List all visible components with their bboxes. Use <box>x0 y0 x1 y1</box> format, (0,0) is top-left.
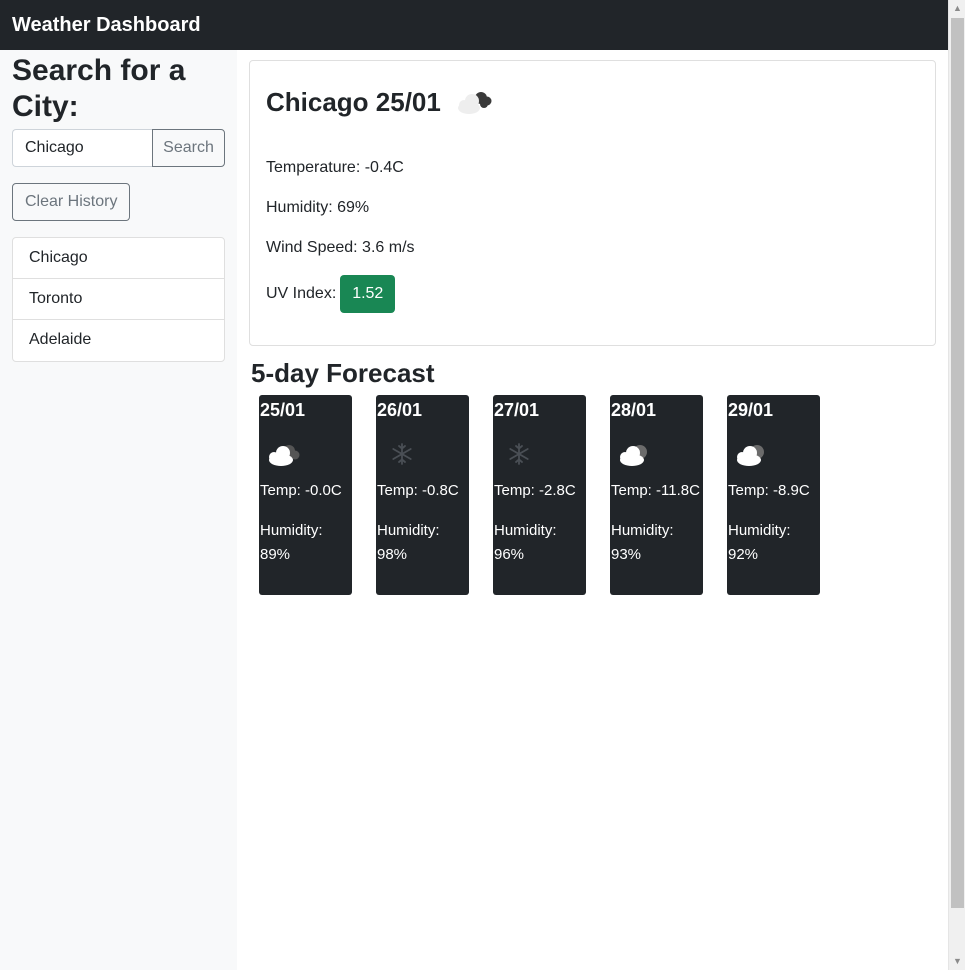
sidebar: Search for a City: Search Clear History … <box>0 50 237 970</box>
navbar: Weather Dashboard <box>0 0 948 50</box>
forecast-details: Temp: -0.0C Humidity: 89% <box>260 479 350 567</box>
cloudy-icon <box>737 445 764 466</box>
search-heading: Search for a City: <box>12 54 186 123</box>
navbar-brand[interactable]: Weather Dashboard <box>12 14 201 37</box>
search-history-list: Chicago Toronto Adelaide <box>12 237 225 362</box>
forecast-date: 29/01 <box>728 400 774 420</box>
snow-icon <box>392 443 412 465</box>
forecast-date: 26/01 <box>377 400 423 420</box>
cloudy-icon <box>620 445 647 466</box>
forecast-humidity-label: Humidity: <box>260 522 323 539</box>
search-group: Search <box>12 129 225 167</box>
forecast-humidity: 89% <box>260 546 291 563</box>
forecast-card: 28/01 Temp: -11.8C Humidity: 93% <box>610 395 703 595</box>
history-item-adelaide[interactable]: Adelaide <box>13 320 224 361</box>
forecast-title: 5-day Forecast <box>251 358 435 388</box>
broken-clouds-icon <box>457 92 492 114</box>
snow-icon <box>509 443 529 465</box>
city-search-input[interactable] <box>12 129 152 167</box>
forecast-humidity: 93% <box>611 546 642 563</box>
forecast-humidity: 92% <box>728 546 759 563</box>
current-city-date: Chicago 25/01 <box>266 87 441 117</box>
forecast-temp: Temp: -11.8C <box>611 482 700 499</box>
forecast-date: 28/01 <box>611 400 657 420</box>
forecast-humidity: 96% <box>494 546 525 563</box>
history-item-toronto[interactable]: Toronto <box>13 279 224 320</box>
forecast-details: Temp: -8.9C Humidity: 92% <box>728 479 818 567</box>
forecast-card: 25/01 Temp: -0.0C Humidity: 89% <box>259 395 352 595</box>
forecast-temp: Temp: -0.8C <box>377 482 459 499</box>
page-scrollbar[interactable]: ▲ ▼ <box>948 0 965 970</box>
forecast-card: 27/01 Temp: -2.8C Humidity: 96% <box>493 395 586 595</box>
current-wind-speed: Wind Speed: 3.6 m/s <box>266 239 415 256</box>
forecast-temp: Temp: -8.9C <box>728 482 810 499</box>
forecast-date: 25/01 <box>260 400 306 420</box>
current-title-row: Chicago 25/01 <box>266 84 919 120</box>
forecast-temp: Temp: -0.0C <box>260 482 342 499</box>
forecast-card: 29/01 Temp: -8.9C Humidity: 92% <box>727 395 820 595</box>
forecast-humidity-label: Humidity: <box>728 522 791 539</box>
forecast-row: 25/01 Temp: -0.0C Humidity: 89% 26/01 Te… <box>259 395 820 595</box>
current-humidity: Humidity: 69% <box>266 199 370 216</box>
forecast-temp: Temp: -2.8C <box>494 482 576 499</box>
current-weather-card: Chicago 25/01 Temperature: -0.4C Humidit… <box>249 60 936 346</box>
broken-clouds-icon <box>269 445 300 466</box>
search-button[interactable]: Search <box>152 129 225 167</box>
uv-index-row: UV Index: 1.52 <box>266 275 396 313</box>
clear-history-button[interactable]: Clear History <box>12 183 131 221</box>
forecast-date: 27/01 <box>494 400 540 420</box>
uv-index-badge: 1.52 <box>340 275 396 313</box>
forecast-details: Temp: -2.8C Humidity: 96% <box>494 479 584 567</box>
forecast-details: Temp: -11.8C Humidity: 93% <box>611 479 701 567</box>
history-item-chicago[interactable]: Chicago <box>13 238 224 279</box>
scroll-up-arrow-icon[interactable]: ▲ <box>949 0 965 17</box>
forecast-card: 26/01 Temp: -0.8C Humidity: 98% <box>376 395 469 595</box>
forecast-humidity: 98% <box>377 546 408 563</box>
forecast-details: Temp: -0.8C Humidity: 98% <box>377 479 467 567</box>
forecast-humidity-label: Humidity: <box>494 522 557 539</box>
forecast-humidity-label: Humidity: <box>611 522 674 539</box>
forecast-humidity-label: Humidity: <box>377 522 440 539</box>
scrollbar-thumb[interactable] <box>951 18 964 908</box>
uv-index-label: UV Index: <box>266 285 337 302</box>
scroll-down-arrow-icon[interactable]: ▼ <box>949 953 965 970</box>
current-temperature: Temperature: -0.4C <box>266 159 404 176</box>
